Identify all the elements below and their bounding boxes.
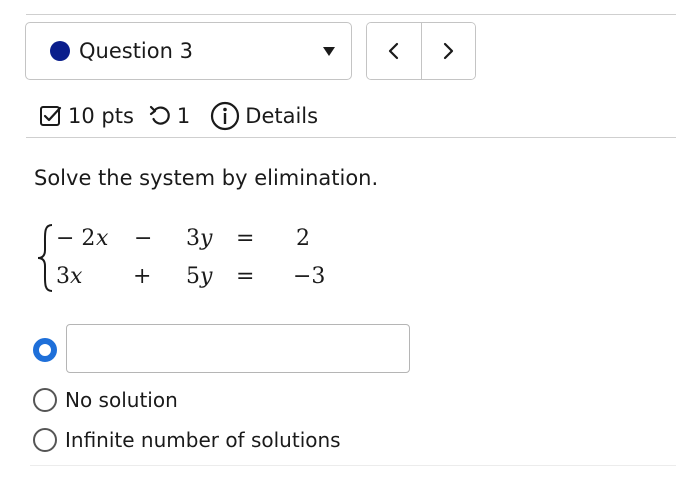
- question-status-dot: [50, 41, 70, 61]
- left-brace: [37, 224, 53, 292]
- row2-coef-x: 3: [56, 264, 70, 289]
- row1-coef-y: 3: [186, 226, 200, 251]
- undo-icon: [148, 104, 172, 128]
- details-link[interactable]: Details: [245, 104, 318, 128]
- row1-var-y: y: [200, 226, 213, 251]
- question-meta: 10 pts 1 Details: [39, 98, 318, 134]
- row1-var-x: x: [96, 226, 109, 251]
- row2-coef-y: 5: [186, 264, 200, 289]
- row2-operator: +: [133, 264, 152, 289]
- row1-equals: =: [236, 226, 255, 251]
- answer-input[interactable]: [66, 324, 410, 373]
- top-divider: [26, 14, 676, 15]
- row1-rhs: 2: [296, 226, 310, 251]
- section-divider: [26, 137, 676, 138]
- row1-operator: −: [134, 226, 153, 251]
- question-nav: [366, 22, 476, 80]
- chevron-right-icon: [444, 42, 454, 60]
- next-question-button[interactable]: [420, 23, 475, 79]
- radio-button-selected[interactable]: [33, 338, 57, 362]
- previous-question-button[interactable]: [367, 23, 421, 79]
- caret-down-icon: [323, 47, 335, 56]
- info-icon[interactable]: [210, 101, 240, 131]
- choice-infinite-solutions[interactable]: Infinite number of solutions: [33, 428, 341, 452]
- problem-prompt: Solve the system by elimination.: [34, 166, 379, 190]
- question-select[interactable]: Question 3: [25, 22, 352, 80]
- question-select-label: Question 3: [79, 39, 193, 63]
- radio-button[interactable]: [33, 388, 57, 412]
- row2-var-x: x: [70, 264, 83, 289]
- equation-system: − 2 x − 3 y = 2 3 x + 5 y = −3: [34, 222, 344, 294]
- bottom-divider: [30, 465, 676, 466]
- row1-coef-x: − 2: [56, 226, 96, 251]
- attempts-value: 1: [176, 104, 191, 128]
- chevron-left-icon: [388, 42, 398, 60]
- row2-var-y: y: [200, 264, 213, 289]
- choice-no-solution[interactable]: No solution: [33, 388, 178, 412]
- row2-equals: =: [236, 264, 255, 289]
- choice-infinite-label: Infinite number of solutions: [65, 428, 341, 452]
- points-value: 10 pts: [68, 104, 134, 128]
- choice-answer-radio[interactable]: [33, 338, 57, 362]
- row2-rhs: −3: [293, 264, 326, 289]
- choice-no-solution-label: No solution: [65, 388, 178, 412]
- radio-button[interactable]: [33, 428, 57, 452]
- checkbox-checked-icon: [39, 104, 63, 128]
